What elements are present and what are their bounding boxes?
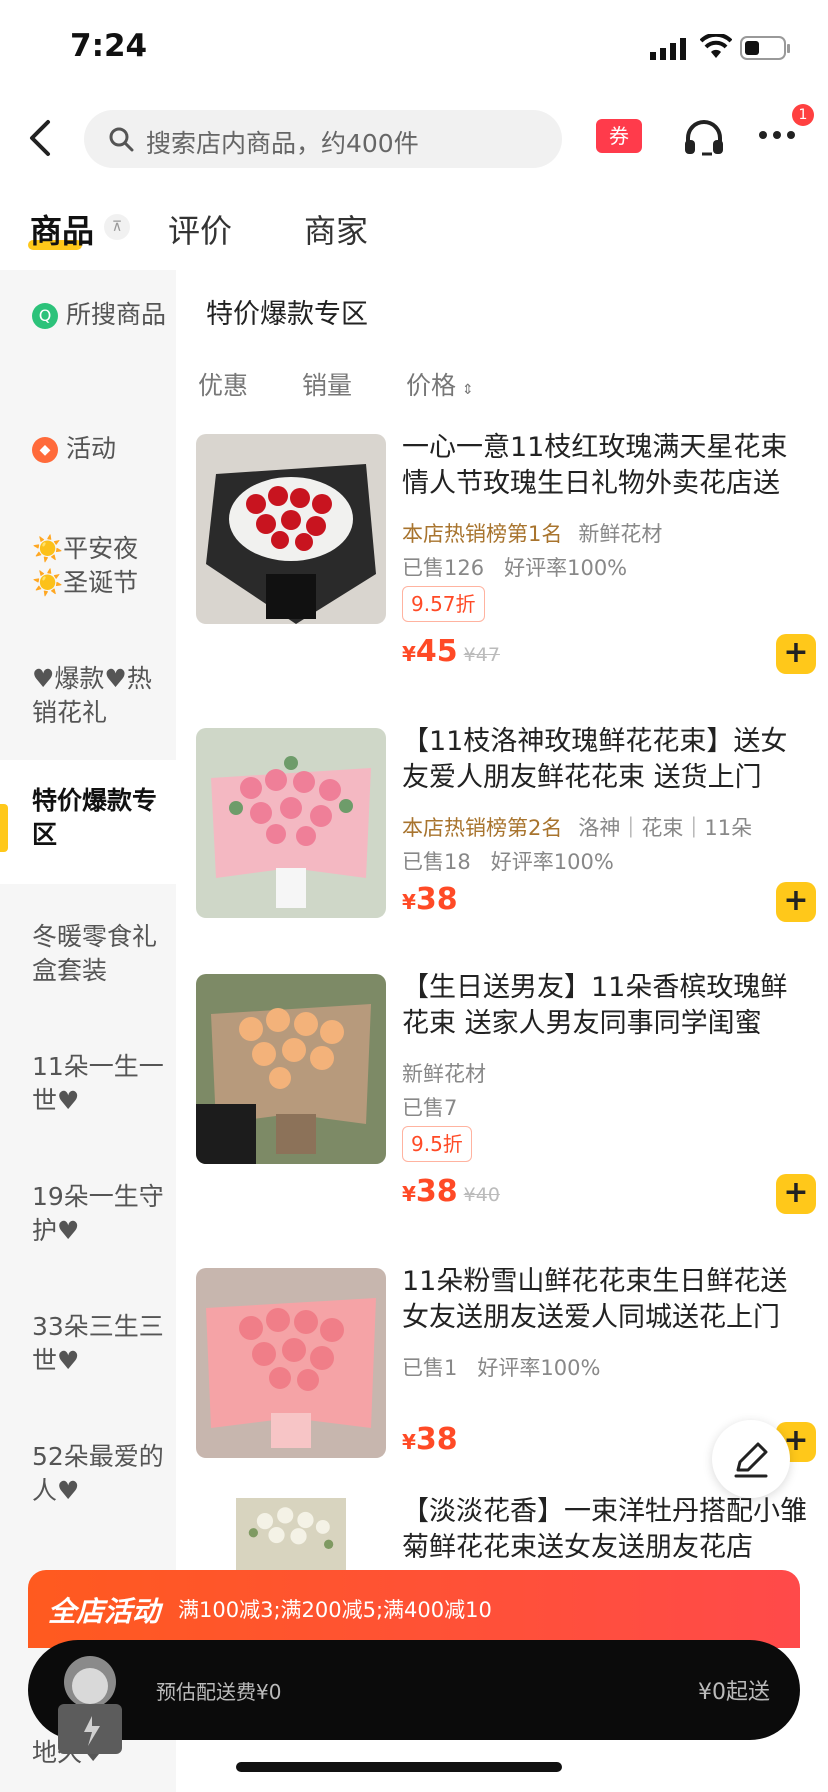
cart-bar[interactable]: 预估配送费¥0 ¥0起送 [28,1640,800,1740]
product-price: ¥38 [402,882,458,917]
promo-label: 全店活动 [48,1595,161,1628]
product-stats: 已售1 好评率100% [402,1356,601,1380]
sidebar-item-52-roses[interactable]: 52朵最爱的人♥ [0,1440,176,1508]
sidebar-item-11-roses[interactable]: 11朵一生一世♥ [0,1050,176,1118]
sidebar-item-activity[interactable]: ◆ 活动 [0,432,176,466]
product-card[interactable]: 一心一意11枝红玫瑰满天星花束情人节玫瑰生日礼物外卖花店送 本店热销榜第1名 新鲜… [196,432,816,684]
promo-banner[interactable]: 全店活动 满100减3;满200减5;满400减10 [28,1570,800,1648]
discount-badge: 9.57折 [402,586,485,622]
product-image [196,728,386,918]
product-name: 一心一意11枝红玫瑰满天星花束情人节玫瑰生日礼物外卖花店送 [402,432,788,499]
tab-reviews[interactable]: 评价 [168,206,232,252]
sidebar-item-33-roses[interactable]: 33朵三生三世♥ [0,1310,176,1378]
sidebar-item-19-roses[interactable]: 19朵一生守护♥ [0,1180,176,1248]
product-stats: 已售7 [402,1096,458,1120]
search-icon [109,127,134,152]
coupon-button[interactable]: 券 [596,119,642,153]
tab-products[interactable]: 商品 [30,206,94,252]
sidebar-item-special-offers[interactable]: 特价爆款专区 [0,760,176,884]
add-to-cart-button[interactable]: + [776,634,816,674]
sort-icon: ⇕ [461,382,474,398]
product-tags: 本店热销榜第1名 新鲜花材 [402,522,663,546]
product-price: ¥45 ¥47 [402,634,500,669]
product-name: 【淡淡花香】一束洋牡丹搭配小雏菊鲜花花束送女友送朋友花店 [402,1496,807,1563]
product-name: 【生日送男友】11朵香槟玫瑰鲜花束 送家人男友同事同学闺蜜 [402,972,788,1039]
sidebar-item-hot-flowers[interactable]: ♥爆款♥热销花礼 [0,662,176,730]
add-to-cart-button[interactable]: + [776,882,816,922]
battery-icon [740,36,790,60]
product-image [196,434,386,624]
product-name: 【11枝洛神玫瑰鲜花花束】送女友爱人朋友鲜花花束 送货上门 [402,726,788,793]
product-tags: 新鲜花材 [402,1062,486,1086]
sidebar-item-christmas[interactable]: ☀️平安夜☀️圣诞节 [0,532,176,600]
discount-badge: 9.5折 [402,1126,472,1162]
cart-icon[interactable] [48,1642,132,1760]
product-card[interactable]: 【11枝洛神玫瑰鲜花花束】送女友爱人朋友鲜花花束 送货上门 本店热销榜第2名 洛神… [196,726,816,928]
product-price: ¥38 [402,1422,458,1457]
status-bar: 7:24 [0,0,828,96]
clock: 7:24 [70,28,148,64]
wifi-icon [700,34,732,58]
product-card[interactable]: 【生日送男友】11朵香槟玫瑰鲜花束 送家人男友同事同学闺蜜 新鲜花材 已售7 9… [196,972,816,1224]
back-arrow-icon[interactable] [22,116,62,160]
customer-service-icon[interactable] [682,118,726,158]
search-category-icon: Q [32,303,58,329]
pencil-icon [734,1442,768,1478]
min-order: ¥0起送 [698,1680,770,1705]
product-list: 特价爆款专区 优惠 销量 价格 ⇕ 一心一意11枝红玫瑰满天星花束情人节玫瑰生日礼… [176,270,828,1792]
tab-merchant[interactable]: 商家 [304,206,368,252]
category-sidebar: Q 所搜商品 ◆ 活动 ☀️平安夜☀️圣诞节 ♥爆款♥热销花礼 特价爆款专区 冬暖零… [0,270,176,1792]
product-tags: 本店热销榜第2名 洛神｜花束｜11朵 [402,816,753,840]
search-input[interactable]: 搜索店内商品，约400件 [84,110,562,168]
sales-rank: 本店热销榜第1名 [402,522,563,546]
edit-button[interactable] [712,1420,790,1498]
promo-rules: 满100减3;满200减5;满400减10 [178,1598,492,1622]
add-to-cart-button[interactable]: + [776,1174,816,1214]
product-image [196,974,386,1164]
product-price: ¥38 ¥40 [402,1174,500,1209]
activity-tag-icon: ◆ [32,437,58,463]
sales-rank: 本店热销榜第2名 [402,816,563,840]
pin-icon[interactable]: ⊼ [104,214,130,240]
filter-discount[interactable]: 优惠 [198,371,248,400]
section-title: 特价爆款专区 [206,299,368,330]
product-image [196,1268,386,1458]
sidebar-active-indicator [0,804,8,852]
filter-price[interactable]: 价格 ⇕ [406,371,474,400]
filter-sales[interactable]: 销量 [302,371,352,400]
more-menu-icon[interactable] [758,128,796,142]
notification-badge: 1 [792,104,814,126]
filter-bar: 优惠 销量 价格 ⇕ [198,366,520,402]
tab-bar: 商品 ⊼ 评价 商家 [0,200,828,271]
product-stats: 已售126 好评率100% [402,556,628,580]
sidebar-item-snack-boxes[interactable]: 冬暖零食礼盒套装 [0,920,176,988]
search-placeholder: 搜索店内商品，约400件 [146,129,419,158]
product-name: 11朵粉雪山鲜花花束生日鲜花送女友送朋友送爱人同城送花上门 [402,1266,788,1333]
home-indicator [236,1762,562,1772]
top-nav: 搜索店内商品，约400件 券 1 [0,104,828,170]
sidebar-item-search-results[interactable]: Q 所搜商品 [0,298,176,332]
delivery-fee: 预估配送费¥0 [156,1680,282,1704]
product-stats: 已售18 好评率100% [402,850,614,874]
signal-icon [650,38,686,60]
